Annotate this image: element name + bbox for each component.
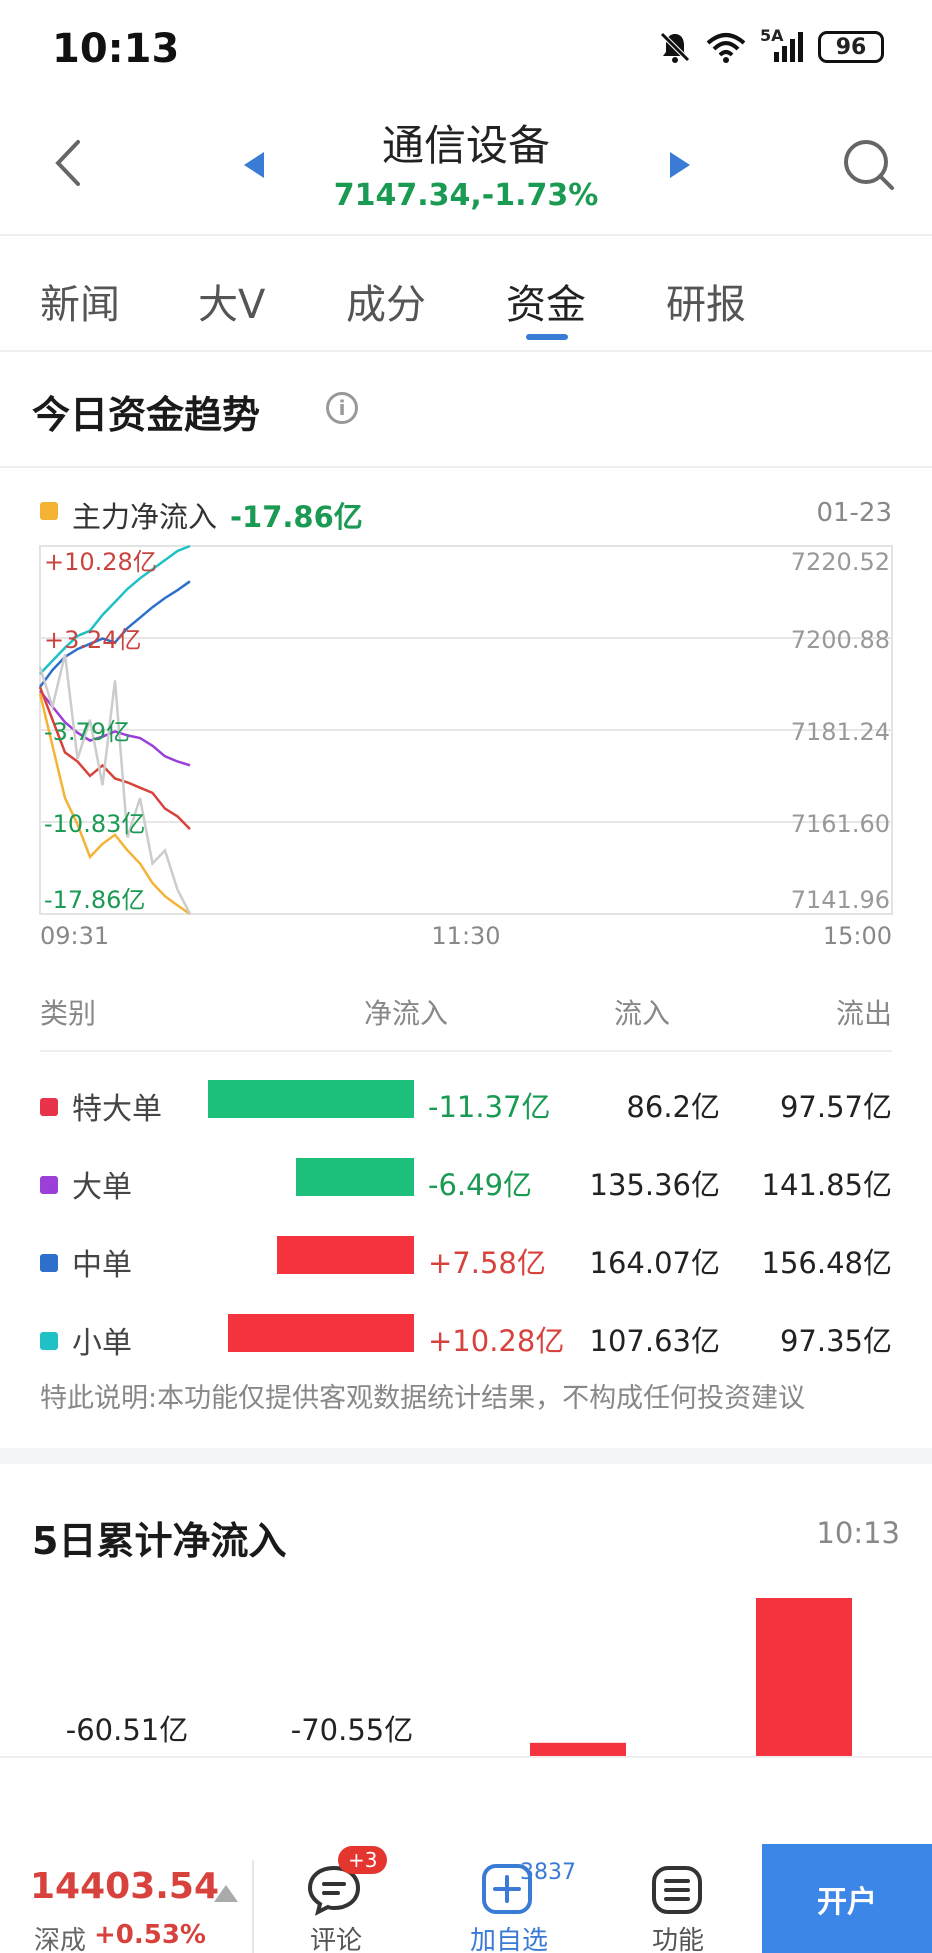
index-change: +0.53% xyxy=(94,1920,206,1950)
right-axis-label: 7181.24 xyxy=(791,718,890,746)
header-divider xyxy=(0,234,932,236)
row-inflow: 164.07亿 xyxy=(589,1246,720,1280)
row-net: -11.37亿 xyxy=(428,1090,551,1124)
x-tick-label: 09:31 xyxy=(40,922,109,950)
signal-icon: 5A xyxy=(760,26,804,64)
left-axis-label: +10.28亿 xyxy=(44,548,157,576)
5day-time: 10:13 xyxy=(816,1516,900,1550)
row-label: 小单 xyxy=(72,1326,132,1361)
header-in: 流入 xyxy=(614,997,671,1030)
left-axis-label: -17.86亿 xyxy=(44,886,145,914)
row-inflow: 86.2亿 xyxy=(626,1090,720,1124)
tab-funds[interactable]: 资金 xyxy=(506,272,586,330)
row-net: +10.28亿 xyxy=(428,1324,565,1358)
row-net: -6.49亿 xyxy=(428,1168,533,1202)
add-watchlist-label[interactable]: 加自选 xyxy=(464,1920,554,1953)
function-label[interactable]: 功能 xyxy=(648,1920,708,1953)
header-net: 净流入 xyxy=(364,997,449,1030)
header-out: 流出 xyxy=(835,997,892,1030)
open-account-label: 开户 xyxy=(817,1884,877,1920)
section-divider xyxy=(0,466,932,468)
right-axis-label: 7161.60 xyxy=(791,810,890,838)
left-axis-label: +3.24亿 xyxy=(44,626,142,654)
index-value[interactable]: 14403.54 xyxy=(30,1866,219,1907)
five-day-bar xyxy=(756,1598,852,1758)
function-icon[interactable] xyxy=(650,1864,704,1916)
section-separator xyxy=(0,1448,932,1464)
table-divider xyxy=(40,1050,892,1052)
expand-up-icon[interactable] xyxy=(212,1882,240,1904)
five-day-label: -70.55亿 xyxy=(291,1713,414,1747)
page-title: 通信设备 xyxy=(381,121,550,170)
wifi-icon xyxy=(706,33,746,63)
header-category: 类别 xyxy=(40,997,97,1030)
info-icon[interactable]: i xyxy=(326,392,358,424)
chart-date: 01-23 xyxy=(816,498,892,528)
section-title-trend: 今日资金趋势 xyxy=(32,393,261,437)
active-tab-indicator xyxy=(526,334,568,340)
bottom-divider xyxy=(252,1860,254,1953)
comment-button-label[interactable]: 评论 xyxy=(306,1920,366,1953)
row-outflow: 97.57亿 xyxy=(779,1090,892,1124)
x-tick-label: 11:30 xyxy=(431,922,500,950)
tab-components[interactable]: 成分 xyxy=(346,272,426,330)
row-inflow: 107.63亿 xyxy=(589,1324,720,1358)
net-bar xyxy=(228,1314,414,1352)
x-tick-label: 15:00 xyxy=(823,922,892,950)
net-bar xyxy=(296,1158,414,1196)
left-axis-label: -3.79亿 xyxy=(44,718,130,746)
tabs-divider xyxy=(0,350,932,352)
legend-swatch xyxy=(40,502,58,520)
battery-level: 96 xyxy=(835,34,867,60)
row-inflow: 135.36亿 xyxy=(589,1168,720,1202)
disclaimer: 特此说明:本功能仅提供客观数据统计结果，不构成任何投资建议 xyxy=(40,1383,806,1414)
row-label: 大单 xyxy=(72,1170,132,1205)
row-swatch xyxy=(40,1332,58,1350)
left-axis-label: -10.83亿 xyxy=(44,810,145,838)
row-label: 特大单 xyxy=(72,1092,162,1127)
right-axis-label: 7200.88 xyxy=(791,626,890,654)
right-axis-label: 7141.96 xyxy=(791,886,890,914)
row-swatch xyxy=(40,1254,58,1272)
index-quote: 7147.34,-1.73% xyxy=(333,178,599,213)
tab-bigv[interactable]: 大V xyxy=(198,272,265,330)
trend-chart[interactable]: +10.28亿 +3.24亿 -3.79亿 -10.83亿 -17.86亿 7220.52… xyxy=(0,530,932,950)
row-outflow: 97.35亿 xyxy=(779,1324,892,1358)
follow-count: 3837 xyxy=(520,1860,576,1885)
mute-bell-icon xyxy=(660,32,690,63)
comment-badge: +3 xyxy=(338,1846,388,1874)
five-day-bar-chart: -60.51亿-70.55亿+11.35亿+119.71亿 xyxy=(66,1598,852,1760)
battery-icon: 96 xyxy=(818,31,884,63)
row-outflow: 156.48亿 xyxy=(761,1246,892,1280)
open-account-button[interactable]: 开户 xyxy=(762,1844,932,1953)
row-net: +7.58亿 xyxy=(428,1246,546,1280)
row-label: 中单 xyxy=(72,1248,132,1283)
status-time: 10:13 xyxy=(52,26,180,72)
status-icons: 5A 96 xyxy=(658,26,884,64)
tab-research[interactable]: 研报 xyxy=(666,272,746,330)
row-swatch xyxy=(40,1176,58,1194)
next-arrow-icon[interactable] xyxy=(668,150,694,180)
net-bar xyxy=(208,1080,414,1118)
five-day-label: -60.51亿 xyxy=(66,1713,189,1747)
row-outflow: 141.85亿 xyxy=(761,1168,892,1202)
net-bar xyxy=(277,1236,414,1274)
right-axis-label: 7220.52 xyxy=(791,548,890,576)
tab-news[interactable]: 新闻 xyxy=(40,272,120,330)
row-swatch xyxy=(40,1098,58,1116)
index-label: 深成 xyxy=(34,1926,87,1953)
search-icon[interactable] xyxy=(840,136,896,192)
section-title-5day: 5日累计净流入 xyxy=(32,1519,287,1563)
